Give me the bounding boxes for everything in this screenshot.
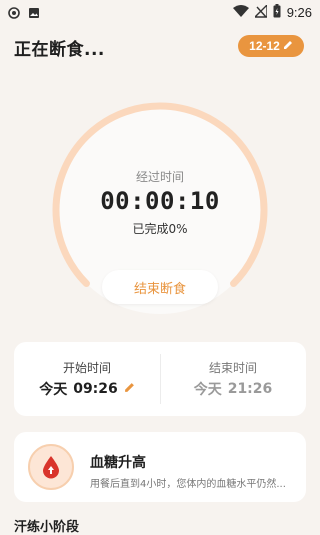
info-card-title: 血糖升高 [90,455,146,471]
date-label: 12-12 [249,39,280,53]
completed-status: 已完成0% [0,220,320,237]
completed-percent: 0% [168,222,188,236]
date-edit-button[interactable]: 12-12 [238,35,304,57]
end-time-section: 结束时间 今天 21:26 [160,342,306,416]
start-time-section[interactable]: 开始时间 今天 09:26 [14,342,160,416]
page-title: 正在断食... [14,40,105,60]
image-icon [28,4,40,23]
blood-sugar-card[interactable]: 血糖升高 用餐后直到4小时，您体内的血糖水平仍然... [14,432,306,502]
no-signal-icon [252,3,268,22]
battery-icon [273,3,281,22]
info-card-description: 用餐后直到4小时，您体内的血糖水平仍然... [90,479,286,490]
pencil-icon [283,39,293,53]
wifi-icon [232,3,249,22]
times-card: 开始时间 今天 09:26 结束时间 今天 21:26 [14,342,306,416]
end-time-label: 结束时间 [208,361,257,375]
elapsed-label: 经过时间 [135,170,184,184]
start-time-label: 开始时间 [62,361,111,375]
elapsed-time: 00:00:10 [100,187,220,215]
blood-drop-up-icon [28,444,74,490]
start-day: 今天 [39,382,68,398]
end-time-value: 21:26 [227,381,273,397]
record-icon [8,4,20,23]
end-day: 今天 [193,382,222,398]
completed-prefix: 已完成 [132,222,169,236]
start-time-value: 09:26 [73,381,118,397]
end-fast-label: 结束断食 [133,281,186,297]
status-time: 9:26 [286,5,312,20]
status-bar: 9:26 [0,0,320,24]
next-section-title: 汗练小阶段 [14,520,80,535]
end-fast-button[interactable]: 结束断食 [102,270,218,304]
pencil-icon[interactable] [124,381,135,397]
